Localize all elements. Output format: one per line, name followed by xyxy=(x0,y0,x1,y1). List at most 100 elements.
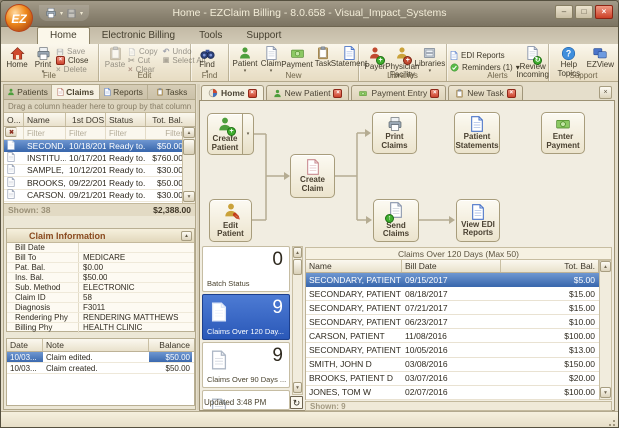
close-tab-icon[interactable]: × xyxy=(333,89,342,98)
col-header-o[interactable]: O... xyxy=(4,113,24,126)
close-tab-icon[interactable]: × xyxy=(430,89,439,98)
aging-row[interactable]: SECONDARY, PATIENT S06/23/2017$10.00 xyxy=(306,315,599,329)
aging-table-scrollbar[interactable]: ▴ ▾ xyxy=(599,260,612,400)
chevron-down-icon[interactable]: ▾ xyxy=(60,10,63,17)
batch-count: 9 xyxy=(272,345,283,367)
batch-list-scrollbar[interactable]: ▴ ▾ xyxy=(292,246,303,395)
create-patient-button[interactable]: + Create Patient xyxy=(207,113,243,155)
scroll-up-icon[interactable]: ▴ xyxy=(293,247,302,258)
claims-row[interactable]: CARSON...09/21/2017Ready to...$30.00 xyxy=(4,190,195,202)
home-button[interactable]: Home xyxy=(4,45,30,71)
collapse-panel-button[interactable]: ▴ xyxy=(181,231,192,241)
home-canvas: + Create Patient ▾ Print Claims Patient … xyxy=(199,100,615,411)
close-button[interactable]: × Close xyxy=(56,56,88,65)
copy-button[interactable]: Copy xyxy=(128,47,158,56)
ribbon-tab-electronic-billing[interactable]: Electronic Billing xyxy=(90,28,187,44)
col-header-tot-bal[interactable]: Tot. Bal. xyxy=(501,260,598,272)
tab-patients[interactable]: Patients xyxy=(4,85,52,99)
close-tab-icon[interactable]: × xyxy=(248,89,257,98)
patient-statements-button[interactable]: Patient Statements xyxy=(454,112,500,154)
col-header-date[interactable]: Date xyxy=(7,339,43,351)
scroll-up-icon[interactable]: ▴ xyxy=(183,127,195,138)
close-document-button[interactable]: × xyxy=(599,86,612,99)
close-tab-icon[interactable]: × xyxy=(507,89,516,98)
col-header-bill-date[interactable]: Bill Date xyxy=(402,260,501,272)
ribbon-tab-home[interactable]: Home xyxy=(37,27,90,44)
aging-row[interactable]: SECONDARY, PATIENT S09/15/2017$5.00 xyxy=(306,273,599,287)
quick-save-icon[interactable] xyxy=(66,8,77,19)
edit-patient-button[interactable]: ✎ Edit Patient xyxy=(209,199,252,242)
view-edi-reports-button[interactable]: View EDI Reports xyxy=(456,199,500,242)
tab-tasks[interactable]: Tasks xyxy=(148,85,195,99)
send-claims-button[interactable]: ↑ Send Claims xyxy=(373,199,419,242)
payer-button[interactable]: + Payer xyxy=(362,45,388,72)
create-claim-button[interactable]: Create Claim xyxy=(290,154,335,198)
aging-row[interactable]: SECONDARY, PATIENT S08/18/2017$15.00 xyxy=(306,287,599,301)
filter-balance-input[interactable]: Filter xyxy=(146,127,185,139)
claims-row[interactable]: BROOKS,...09/22/2017Ready to...$50.00 xyxy=(4,177,195,189)
claims-row[interactable]: INSTITU...10/17/2017Ready to...$760.00 xyxy=(4,152,195,164)
aging-row[interactable]: BROOKS, PATIENT D03/07/2016$20.00 xyxy=(306,372,599,386)
clear-filter-button[interactable]: ✖ xyxy=(5,127,17,137)
tab-claims[interactable]: Claims xyxy=(52,85,100,99)
aging-row[interactable]: SMITH, JOHN D03/08/2016$150.00 xyxy=(306,358,599,372)
edi-reports-button[interactable]: EDI Reports xyxy=(450,49,520,61)
col-header-name[interactable]: Name xyxy=(24,113,66,126)
doc-tab-payment-entry[interactable]: Payment Entry × xyxy=(351,85,446,100)
quick-print-icon[interactable] xyxy=(45,7,57,19)
ribbon-tab-tools[interactable]: Tools xyxy=(187,28,234,44)
scroll-down-icon[interactable]: ▾ xyxy=(183,191,195,202)
resize-grip[interactable] xyxy=(606,417,616,427)
scroll-down-icon[interactable]: ▾ xyxy=(293,382,302,393)
col-header-note-balance[interactable]: Balance xyxy=(149,339,192,351)
aging-row[interactable]: JONES, TOM W02/07/2016$100.00 xyxy=(306,386,599,400)
tab-reports[interactable]: Reports xyxy=(100,85,148,99)
claims-grid-scrollbar[interactable]: ▴ ▾ xyxy=(182,127,195,203)
col-header-name[interactable]: Name xyxy=(306,260,402,272)
minimize-button[interactable]: – xyxy=(555,5,573,19)
aging-row[interactable]: CARSON, PATIENT11/08/2016$100.00 xyxy=(306,329,599,343)
group-by-hint[interactable]: Drag a column header here to group by th… xyxy=(4,100,195,113)
aging-row[interactable]: SECONDARY, PATIENT S10/05/2016$13.00 xyxy=(306,343,599,357)
note-row[interactable]: 10/03...Claim created.$50.00 xyxy=(7,363,194,374)
col-header-status[interactable]: Status xyxy=(106,113,146,126)
qat-customize-chevron-icon[interactable]: ▾ xyxy=(80,10,83,17)
ribbon-tab-support[interactable]: Support xyxy=(234,28,293,44)
filter-dos-input[interactable]: Filter xyxy=(66,127,106,139)
claims-row[interactable]: SECOND...10/18/2017Ready to...$50.00 xyxy=(4,140,195,152)
doc-tab-home[interactable]: Home × xyxy=(201,85,264,100)
scroll-down-icon[interactable]: ▾ xyxy=(600,387,611,398)
create-patient-dropdown[interactable]: ▾ xyxy=(243,113,254,155)
scrollbar-thumb[interactable] xyxy=(183,139,195,155)
cut-button[interactable]: ✂ Cut xyxy=(128,56,158,65)
save-button[interactable]: Save xyxy=(56,47,88,56)
libraries-button[interactable]: Libraries ▾ xyxy=(417,45,443,74)
note-row[interactable]: 10/03...Claim edited.$50.00 xyxy=(7,352,194,363)
doc-tab-new-task[interactable]: New Task × xyxy=(448,85,523,100)
refresh-button[interactable]: ↻ xyxy=(290,396,303,409)
ezclaim-logo-icon[interactable]: EZ xyxy=(4,3,34,33)
filter-status-input[interactable]: Filter xyxy=(106,127,146,139)
scroll-up-icon[interactable]: ▴ xyxy=(600,261,611,272)
paste-button[interactable]: Paste xyxy=(102,45,128,71)
new-payment-button[interactable]: Payment xyxy=(284,45,310,71)
claims-over-120-card[interactable]: 9 Claims Over 120 Day... xyxy=(202,294,290,340)
col-header-note[interactable]: Note xyxy=(43,339,149,351)
batch-status-card[interactable]: 0 Batch Status xyxy=(202,246,290,292)
claims-over-90-card[interactable]: 9 Claims Over 90 Days ... xyxy=(202,342,290,388)
enter-payment-button[interactable]: Enter Payment xyxy=(541,112,585,154)
col-header-balance[interactable]: Tot. Bal. xyxy=(146,113,185,126)
new-patient-button[interactable]: Patient ▾ xyxy=(232,45,258,74)
close-window-button[interactable]: × xyxy=(595,5,613,19)
doc-tab-new-patient[interactable]: New Patient × xyxy=(266,85,350,100)
scrollbar-thumb[interactable] xyxy=(293,259,302,275)
filter-name-input[interactable]: Filter xyxy=(24,127,66,139)
notes-header: Date Note Balance xyxy=(7,339,194,352)
claims-row[interactable]: SAMPLE, ...10/12/2017Ready to...$30.00 xyxy=(4,165,195,177)
new-claim-button[interactable]: Claim ▾ xyxy=(258,45,284,74)
aging-row[interactable]: SECONDARY, PATIENT S07/21/2017$15.00 xyxy=(306,301,599,315)
maximize-button[interactable]: □ xyxy=(575,5,593,19)
col-header-dos[interactable]: 1st DOS ▾ xyxy=(66,113,106,126)
print-claims-button[interactable]: Print Claims xyxy=(372,112,417,154)
ezview-button[interactable]: EZView xyxy=(586,45,615,71)
